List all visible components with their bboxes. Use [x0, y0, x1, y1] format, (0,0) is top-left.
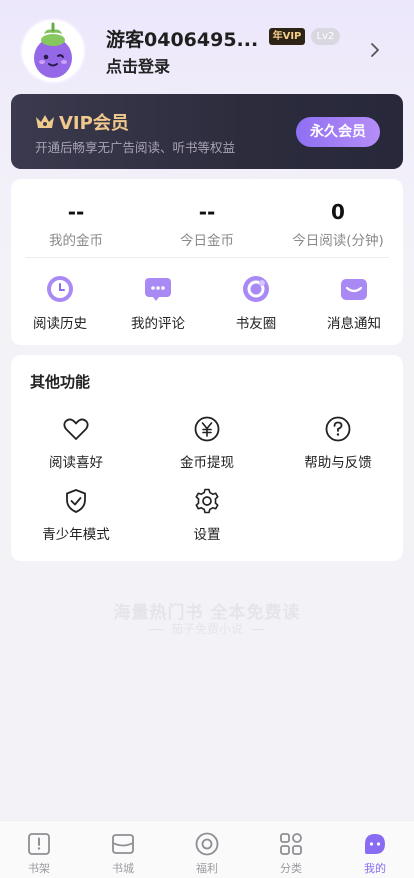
username: 游客0406495... [106, 29, 259, 51]
nav-profile[interactable]: 我的 [340, 831, 410, 876]
nav-category[interactable]: 分类 [256, 831, 326, 876]
bookstore-icon [112, 834, 134, 854]
quick-label: 阅读历史 [33, 316, 87, 332]
profile-icon [365, 834, 385, 854]
stat-value: -- [67, 200, 85, 224]
login-link[interactable]: 点击登录 [106, 53, 170, 77]
func-label: 帮助与反馈 [304, 455, 372, 471]
nav-label: 分类 [280, 862, 302, 875]
mail-icon [341, 279, 367, 300]
yen-coin-icon [194, 416, 220, 442]
stat-today-coins[interactable]: -- 今日金币 [142, 199, 272, 249]
eggplant-avatar-icon [22, 20, 84, 82]
comment-icon [145, 278, 171, 301]
func-reading-preference[interactable]: 阅读喜好 [11, 415, 141, 471]
vip-badge: 年VIP [269, 28, 305, 45]
stat-label: 今日阅读(分钟) [292, 233, 384, 249]
func-label: 设置 [193, 527, 221, 543]
func-help-feedback[interactable]: 帮助与反馈 [273, 415, 403, 471]
section-title: 其他功能 [30, 373, 91, 391]
stat-value: -- [198, 200, 216, 224]
bottom-nav: 书架 书城 福利 分类 我的 [0, 820, 414, 878]
nav-label: 福利 [196, 862, 218, 875]
slogan-line-left [148, 629, 163, 630]
slogan-sub: 茄子免费小说 [0, 620, 414, 637]
category-icon [280, 833, 302, 855]
profile-header[interactable]: 游客0406495... 年VIP Lv2 点击登录 [20, 18, 394, 86]
quick-label: 消息通知 [327, 316, 381, 332]
other-functions-card: 其他功能 阅读喜好 金币提现 帮助与反馈 青少年模式 设置 [11, 355, 403, 561]
quick-book-circle[interactable]: 书友圈 [207, 274, 305, 332]
stat-value: 0 [331, 200, 345, 224]
nav-label: 书城 [112, 862, 134, 875]
stats-card: -- 我的金币 -- 今日金币 0 今日阅读(分钟) 阅读历史 我的评论 书友圈… [11, 179, 403, 345]
nav-bookstore[interactable]: 书城 [88, 831, 158, 876]
slogan-app-name: 茄子免费小说 [170, 622, 243, 636]
chevron-right-icon[interactable] [368, 42, 382, 58]
quick-my-comments[interactable]: 我的评论 [109, 274, 207, 332]
func-label: 青少年模式 [42, 527, 110, 543]
quick-label: 我的评论 [131, 316, 185, 332]
nav-label: 我的 [364, 862, 386, 875]
gear-icon [195, 488, 219, 514]
func-label: 阅读喜好 [49, 455, 103, 471]
circle-icon [243, 276, 269, 302]
question-icon [325, 416, 351, 442]
func-coin-withdraw[interactable]: 金币提现 [142, 415, 272, 471]
vip-description: 开通后畅享无广告阅读、听书等权益 [35, 140, 236, 155]
clock-icon [47, 276, 73, 302]
divider [25, 257, 389, 258]
func-teen-mode[interactable]: 青少年模式 [11, 487, 141, 543]
slogan-line-right [251, 629, 265, 630]
vip-title: VIP会员 [59, 113, 129, 134]
crown-icon [36, 115, 54, 128]
nav-welfare[interactable]: 福利 [172, 831, 242, 876]
quick-label: 书友圈 [235, 316, 277, 332]
nav-bookshelf[interactable]: 书架 [4, 831, 74, 876]
heart-icon [63, 418, 89, 440]
permanent-vip-button[interactable]: 永久会员 [296, 117, 380, 147]
func-settings[interactable]: 设置 [142, 487, 272, 543]
avatar[interactable] [20, 18, 86, 84]
stat-my-coins[interactable]: -- 我的金币 [11, 199, 141, 249]
quick-reading-history[interactable]: 阅读历史 [11, 274, 109, 332]
quick-notifications[interactable]: 消息通知 [305, 274, 403, 332]
vip-card[interactable]: VIP会员 开通后畅享无广告阅读、听书等权益 永久会员 [11, 94, 403, 169]
func-label: 金币提现 [180, 455, 234, 471]
stat-today-reading[interactable]: 0 今日阅读(分钟) [273, 199, 403, 249]
shield-check-icon [66, 489, 86, 513]
welfare-icon [195, 832, 219, 856]
nav-label: 书架 [28, 862, 50, 875]
stat-label: 今日金币 [180, 233, 234, 249]
level-badge: Lv2 [311, 28, 340, 45]
stat-label: 我的金币 [49, 233, 103, 249]
bookshelf-icon [28, 833, 50, 855]
